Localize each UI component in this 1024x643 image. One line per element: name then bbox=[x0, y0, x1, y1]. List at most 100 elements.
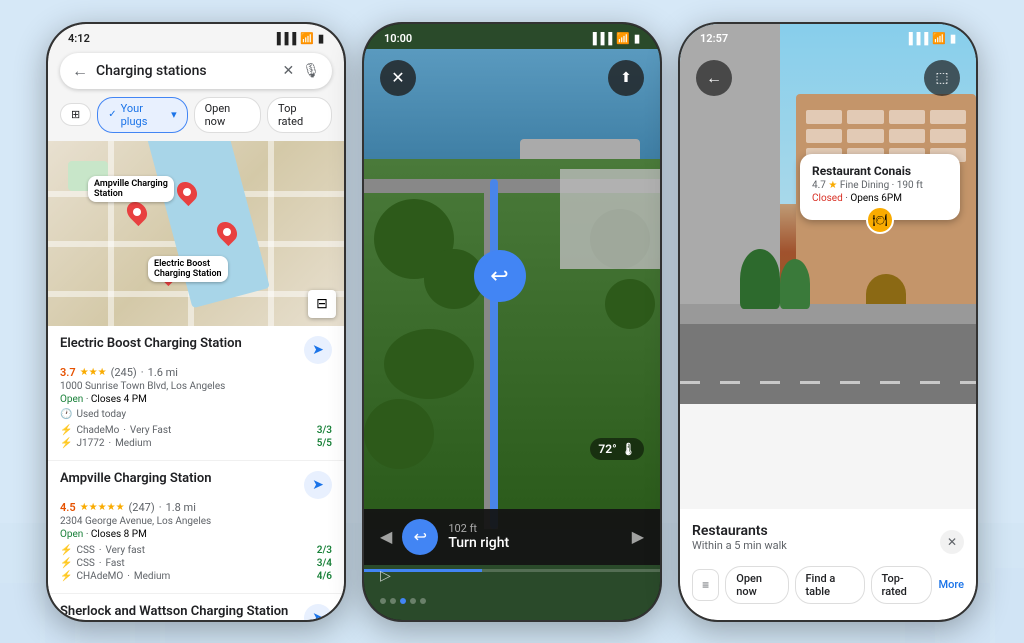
sv-window bbox=[889, 129, 925, 143]
rating-2: 4.5 bbox=[60, 501, 76, 514]
panel-title: Restaurants bbox=[692, 523, 787, 539]
listing-2-rating: 4.5 ★★★★★ (247) · 1.8 mi bbox=[60, 501, 332, 514]
nav-share-button[interactable]: ⬆ bbox=[608, 60, 644, 96]
listing-2-nav-btn[interactable]: ➤ bbox=[304, 471, 332, 499]
review-count-2: (247) bbox=[129, 501, 155, 514]
mic-icon[interactable]: 🎙 bbox=[302, 63, 320, 79]
listing-2[interactable]: Ampville Charging Station ➤ 4.5 ★★★★★ (2… bbox=[48, 461, 344, 594]
map-layers-button[interactable]: ⊟ bbox=[308, 290, 336, 318]
close-icon: ✕ bbox=[391, 68, 404, 87]
place-category: Fine Dining · 190 ft bbox=[840, 180, 923, 191]
listing-3-name: Sherlock and Wattson Charging Station bbox=[60, 604, 304, 620]
charger-speed: Very Fast bbox=[130, 425, 171, 436]
nav-distance: 102 ft bbox=[448, 522, 621, 535]
wifi-icon-3: 📶 bbox=[932, 32, 946, 45]
sv-back-button[interactable]: ← bbox=[696, 60, 732, 96]
search-bar[interactable]: ← Charging stations ✕ 🎙 bbox=[60, 53, 332, 89]
filter-open-chip[interactable]: Open now bbox=[194, 97, 261, 133]
map-pin-3[interactable] bbox=[218, 221, 236, 243]
sv-sidewalk bbox=[680, 304, 976, 324]
stars-2: ★★★★★ bbox=[80, 502, 125, 513]
nav-close-button[interactable]: ✕ bbox=[380, 60, 416, 96]
phone1-status-icons: ▐▐▐ 📶 ▮ bbox=[273, 32, 324, 45]
map-pin-1[interactable] bbox=[128, 201, 146, 223]
phone2-status-icons: ▐▐▐ 📶 ▮ bbox=[589, 32, 640, 45]
sv-window bbox=[847, 110, 883, 124]
listing-3-nav-btn[interactable]: ➤ bbox=[304, 604, 332, 620]
distance-2: 1.8 mi bbox=[166, 501, 196, 514]
charger-type-2: J1772 bbox=[76, 438, 104, 449]
aerial-trees-3 bbox=[384, 329, 474, 399]
bolt-icon-4: ⚡ bbox=[60, 558, 72, 569]
temp-value: 72° bbox=[598, 442, 616, 456]
phone2-screen: 10:00 ▐▐▐ 📶 ▮ bbox=[364, 24, 660, 620]
sv-window bbox=[806, 129, 842, 143]
thermometer-icon: 🌡 bbox=[621, 442, 636, 456]
filter-plugs-chip[interactable]: ✓ Your plugs ▾ bbox=[97, 97, 187, 133]
used-today-text: Used today bbox=[76, 409, 126, 420]
phone3-status-bar: 12:57 ▐▐▐ 📶 ▮ bbox=[680, 24, 976, 49]
place-card-status: Closed · Opens 6PM bbox=[812, 193, 948, 204]
charger-row-2: ⚡ J1772 · Medium 5/5 bbox=[60, 437, 332, 450]
panel-title-group: Restaurants Within a 5 min walk bbox=[692, 523, 787, 562]
listing-1-address: 1000 Sunrise Town Blvd, Los Angeles bbox=[60, 381, 332, 392]
panel-top-rated-chip[interactable]: Top-rated bbox=[871, 566, 933, 604]
sv-window bbox=[847, 129, 883, 143]
filter-bar: ⊞ ✓ Your plugs ▾ Open now Top rated bbox=[48, 97, 344, 141]
panel-header: Restaurants Within a 5 min walk ✕ bbox=[692, 523, 964, 562]
panel-filter-icon[interactable]: ≡ bbox=[692, 569, 719, 601]
place-card[interactable]: Restaurant Conais 4.7 ★ Fine Dining · 19… bbox=[800, 154, 960, 220]
rating-num: 3.7 bbox=[60, 366, 76, 379]
listing-1[interactable]: Electric Boost Charging Station ➤ 3.7 ★★… bbox=[48, 326, 344, 461]
map-pin-label-2: Ampville ChargingStation bbox=[88, 176, 174, 202]
panel-action-buttons: ≡ Open now Find a table Top-rated More bbox=[692, 566, 964, 604]
phones-container: 4:12 ▐▐▐ 📶 ▮ ← Charging stations ✕ 🎙 bbox=[26, 2, 998, 642]
listing-1-nav-btn[interactable]: ➤ bbox=[304, 336, 332, 364]
place-card-icon: 🍽 bbox=[866, 206, 894, 234]
panel-open-now-chip[interactable]: Open now bbox=[725, 566, 788, 604]
signal-icon-3: ▐▐▐ bbox=[905, 32, 928, 45]
listing-1-status: Open · Closes 4 PM bbox=[60, 394, 332, 405]
save-icon: ⬚ bbox=[935, 70, 948, 86]
listing-2-address: 2304 George Avenue, Los Angeles bbox=[60, 516, 332, 527]
listing-3[interactable]: Sherlock and Wattson Charging Station ➤ … bbox=[48, 594, 344, 620]
bolt-icon-5: ⚡ bbox=[60, 571, 72, 582]
wifi-icon-2: 📶 bbox=[616, 32, 630, 45]
signal-icon-2: ▐▐▐ bbox=[589, 32, 612, 45]
plugs-label: Your plugs bbox=[121, 102, 167, 128]
panel-close-button[interactable]: ✕ bbox=[940, 530, 964, 554]
map-pin-2[interactable] bbox=[178, 181, 196, 203]
filter-rated-chip[interactable]: Top rated bbox=[267, 97, 332, 133]
dot-3-active bbox=[400, 598, 406, 604]
battery-icon-3: ▮ bbox=[950, 32, 956, 45]
nav-play-button[interactable]: ▷ bbox=[380, 568, 391, 584]
charger-row-1: ⚡ ChadeMo · Very Fast 3/3 bbox=[60, 424, 332, 437]
nav-route-line bbox=[490, 179, 498, 529]
more-label: More bbox=[938, 578, 964, 591]
restaurants-panel: Restaurants Within a 5 min walk ✕ ≡ Open… bbox=[680, 509, 976, 620]
place-card-name: Restaurant Conais bbox=[812, 164, 948, 178]
sv-window bbox=[930, 129, 966, 143]
back-icon: ← bbox=[706, 68, 722, 88]
nav-prev-button[interactable]: ◀ bbox=[380, 527, 392, 546]
turn-arrow-map: ↩ bbox=[474, 250, 526, 302]
search-back-arrow[interactable]: ← bbox=[72, 61, 88, 81]
battery-icon-2: ▮ bbox=[634, 32, 640, 45]
battery-icon: ▮ bbox=[318, 32, 324, 45]
map-area[interactable]: Electric BoostCharging Station Ampville … bbox=[48, 141, 344, 326]
opens-label: Opens 6PM bbox=[850, 193, 902, 204]
phone1-screen: 4:12 ▐▐▐ 📶 ▮ ← Charging stations ✕ 🎙 bbox=[48, 24, 344, 620]
nav-next-button[interactable]: ▶ bbox=[632, 527, 644, 546]
sv-save-button[interactable]: ⬚ bbox=[924, 60, 960, 96]
panel-find-table-chip[interactable]: Find a table bbox=[795, 566, 865, 604]
review-count: (245) bbox=[111, 366, 137, 379]
filter-options-chip[interactable]: ⊞ bbox=[60, 103, 91, 126]
chevron-down-icon: ▾ bbox=[171, 108, 177, 121]
aerial-trees-4 bbox=[364, 399, 434, 469]
panel-more-button[interactable]: More bbox=[938, 578, 964, 591]
closed-label: Closed bbox=[812, 193, 843, 204]
close-panel-icon: ✕ bbox=[947, 535, 957, 549]
phone-1: 4:12 ▐▐▐ 📶 ▮ ← Charging stations ✕ 🎙 bbox=[46, 22, 346, 622]
phone1-status-bar: 4:12 ▐▐▐ 📶 ▮ bbox=[48, 24, 344, 49]
clear-icon[interactable]: ✕ bbox=[282, 63, 294, 79]
